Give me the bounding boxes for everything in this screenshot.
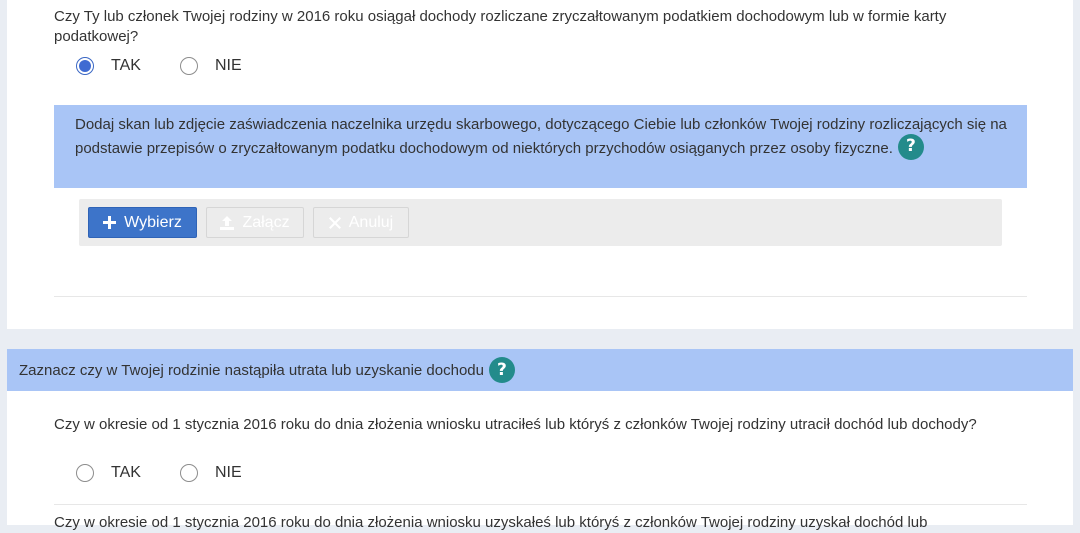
radio-nie[interactable] — [179, 464, 198, 482]
radio-option-nie[interactable]: NIE — [179, 464, 242, 482]
income-panel: Czy Ty lub członek Twojej rodziny w 2016… — [7, 0, 1073, 329]
attach-file-button[interactable]: Załącz — [206, 207, 304, 238]
cancel-upload-button[interactable]: Anuluj — [313, 207, 409, 238]
attach-file-label: Załącz — [242, 213, 290, 231]
file-upload-toolbar: Wybierz Załącz Anuluj — [79, 199, 1002, 246]
upload-icon — [220, 215, 235, 230]
radio-option-nie[interactable]: NIE — [179, 57, 242, 75]
income-change-panel: Czy w okresie od 1 stycznia 2016 roku do… — [7, 391, 1073, 531]
income-lost-radio-group: TAK NIE — [76, 464, 242, 482]
radio-option-tak[interactable]: TAK — [76, 57, 141, 75]
upload-info-box: Dodaj skan lub zdjęcie zaświadczenia nac… — [54, 105, 1027, 188]
radio-label-tak: TAK — [111, 57, 141, 74]
help-icon[interactable]: ? — [897, 133, 924, 160]
radio-label-nie: NIE — [214, 464, 242, 481]
upload-info-text: Dodaj skan lub zdjęcie zaświadczenia nac… — [75, 116, 1007, 157]
choose-file-button[interactable]: Wybierz — [88, 207, 197, 238]
income-change-section-header: Zaznacz czy w Twojej rodzinie nastąpiła … — [7, 349, 1073, 391]
choose-file-label: Wybierz — [124, 213, 182, 231]
radio-tak[interactable] — [76, 464, 94, 482]
flat-rate-tax-radio-group: TAK NIE — [76, 57, 242, 75]
divider — [54, 296, 1027, 297]
radio-tak-checked[interactable] — [76, 57, 94, 75]
section-title: Zaznacz czy w Twojej rodzinie nastąpiła … — [19, 361, 484, 379]
radio-label-nie: NIE — [214, 57, 242, 74]
help-icon[interactable]: ? — [488, 357, 515, 383]
cancel-upload-label: Anuluj — [348, 213, 394, 231]
close-icon — [328, 216, 341, 229]
divider — [54, 504, 1027, 505]
radio-label-tak: TAK — [111, 464, 141, 481]
radio-nie[interactable] — [179, 57, 198, 75]
radio-option-tak[interactable]: TAK — [76, 464, 141, 482]
income-lost-question: Czy w okresie od 1 stycznia 2016 roku do… — [54, 416, 977, 433]
income-gained-question: Czy w okresie od 1 stycznia 2016 roku do… — [54, 514, 928, 531]
plus-icon — [103, 216, 117, 229]
flat-rate-tax-question: Czy Ty lub członek Twojej rodziny w 2016… — [54, 8, 947, 45]
